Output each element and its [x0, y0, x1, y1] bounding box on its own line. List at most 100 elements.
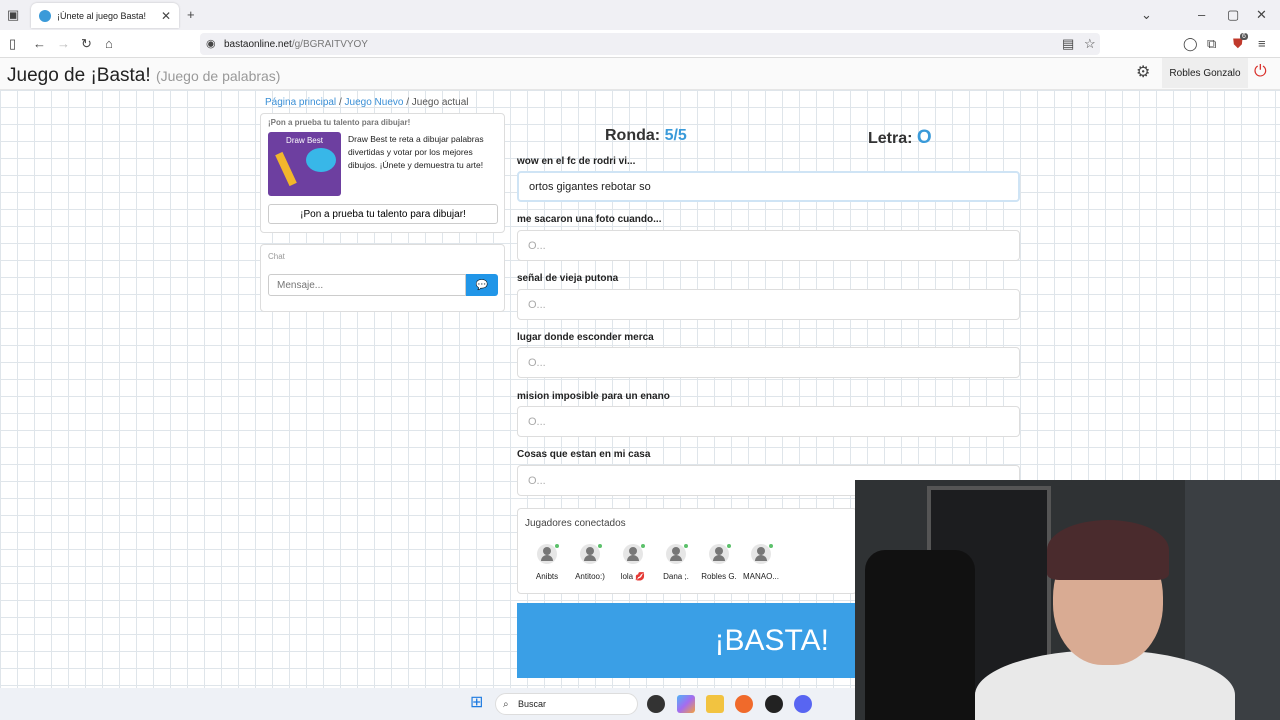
github-icon[interactable] [647, 695, 665, 713]
site-favicon-icon [39, 9, 51, 22]
round-indicator: Ronda: 5/5 [605, 127, 687, 145]
letter-value: O [916, 127, 932, 148]
file-explorer-icon[interactable] [706, 695, 724, 713]
webcam-person-hair [1047, 520, 1169, 580]
online-dot [727, 544, 731, 548]
promo-image-label: Draw Best [286, 136, 323, 145]
home-icon[interactable]: ⌂ [105, 37, 113, 51]
forward-icon[interactable]: → [57, 37, 70, 51]
tab-title: ¡Únete al juego Basta! [57, 10, 147, 21]
app-header: Juego de ¡Basta! (Juego de palabras) ⚙ ⏻ [0, 58, 1280, 90]
category-input-2[interactable] [517, 230, 1020, 261]
start-windows-icon[interactable]: ⊞ [470, 695, 483, 711]
player-item[interactable]: Robles G. [698, 544, 740, 581]
power-logout-icon[interactable]: ⏻ [1254, 64, 1267, 80]
breadcrumb: Página principal / Juego Nuevo / Juego a… [265, 97, 469, 108]
tab-list-icon[interactable]: ▣ [7, 8, 19, 22]
player-item[interactable]: Anibts [526, 544, 568, 581]
new-tab-icon[interactable]: + [187, 8, 195, 22]
extensions-icon[interactable]: ⧉ [1207, 37, 1216, 51]
pencil-icon [275, 151, 297, 187]
category-label: wow en el fc de rodri vi... [517, 156, 636, 167]
draw-best-image[interactable]: Draw Best [268, 132, 341, 196]
chat-card: Chat 💬 [260, 244, 505, 312]
player-avatar-icon [751, 544, 773, 564]
breadcrumb-new-game-link[interactable]: Juego Nuevo [345, 97, 404, 108]
player-avatar-icon [666, 544, 688, 564]
player-name: Antitoo:) [575, 572, 605, 581]
player-name: Anibts [535, 572, 559, 581]
minimize-icon[interactable]: – [1198, 8, 1205, 22]
extension-badge: 6 [1240, 33, 1248, 40]
webcam-gaming-chair [865, 550, 975, 720]
menu-icon[interactable]: ≡ [1258, 37, 1266, 51]
obs-icon[interactable] [765, 695, 783, 713]
reader-view-icon[interactable]: ▤ [1062, 37, 1074, 51]
breadcrumb-home-link[interactable]: Página principal [265, 97, 336, 108]
browser-tab[interactable]: ¡Únete al juego Basta! ✕ [31, 3, 179, 28]
player-item[interactable]: Dana ;. [655, 544, 697, 581]
player-name: Robles G. [701, 572, 737, 581]
chat-label: Chat [268, 252, 285, 261]
breadcrumb-current: Juego actual [411, 97, 469, 108]
page-subtitle: (Juego de palabras) [155, 68, 281, 84]
promo-heading: ¡Pon a prueba tu talento para dibujar! [268, 118, 411, 127]
title-text: Juego de ¡Basta! [7, 65, 151, 86]
search-icon: ⌕ [503, 699, 509, 710]
player-item[interactable]: Antitoo:) [569, 544, 611, 581]
webcam-overlay [855, 480, 1280, 720]
online-dot [641, 544, 645, 548]
promo-button[interactable]: ¡Pon a prueba tu talento para dibujar! [268, 204, 498, 224]
online-dot [684, 544, 688, 548]
tab-overflow-chevron-icon[interactable]: ⌄ [1141, 8, 1152, 22]
letter-label: Letra: [868, 130, 913, 147]
sidebar-icon[interactable]: ▯ [9, 37, 16, 51]
chat-send-button[interactable]: 💬 [466, 274, 498, 296]
bookmark-star-icon[interactable]: ☆ [1084, 37, 1096, 51]
copilot-icon[interactable] [677, 695, 695, 713]
firefox-icon[interactable] [735, 695, 753, 713]
back-icon[interactable]: ← [33, 37, 46, 51]
chat-bubble-icon: 💬 [475, 279, 489, 291]
settings-gear-icon[interactable]: ⚙ [1136, 65, 1150, 81]
site-info-icon[interactable]: ◉ [206, 37, 216, 51]
discord-icon[interactable] [794, 695, 812, 713]
player-item[interactable]: lola 💋 [612, 544, 654, 581]
url-path: /g/BGRAITVYOY [291, 38, 368, 50]
letter-indicator: Letra: O [868, 127, 932, 149]
online-dot [555, 544, 559, 548]
navigation-bar: ▯ ← → ↻ ⌂ ◉ bastaonline.net/g/BGRAITVYOY… [0, 30, 1280, 58]
player-name: MANAO... [742, 572, 779, 581]
category-input-1[interactable] [517, 171, 1020, 202]
window-close-icon[interactable]: ✕ [1256, 8, 1267, 22]
player-avatar-icon [580, 544, 602, 564]
category-input-5[interactable] [517, 406, 1020, 437]
round-value: 5/5 [664, 127, 687, 144]
category-label: lugar donde esconder merca [517, 332, 654, 343]
basta-button[interactable]: ¡BASTA! [517, 603, 857, 678]
close-tab-icon[interactable]: ✕ [161, 9, 171, 23]
reload-icon[interactable]: ↻ [81, 37, 92, 51]
round-label: Ronda: [605, 127, 661, 144]
players-title: Jugadores conectados [525, 518, 626, 529]
player-name: lola 💋 [620, 572, 646, 581]
maximize-icon[interactable]: ▢ [1227, 8, 1239, 22]
connected-players-panel: Jugadores conectados Anibts Antitoo:) lo… [517, 508, 857, 594]
browser-tabstrip: ▣ ¡Únete al juego Basta! ✕ + ⌄ – ▢ ✕ [0, 0, 1280, 30]
category-label: señal de vieja putona [517, 273, 619, 284]
player-avatar-icon [709, 544, 731, 564]
player-item[interactable]: MANAO... [738, 544, 784, 581]
address-bar[interactable]: ◉ bastaonline.net/g/BGRAITVYOY ▤ ☆ [200, 33, 1100, 55]
taskbar-search-placeholder: Buscar [518, 699, 547, 709]
user-name[interactable]: Robles Gonzalo [1162, 58, 1248, 88]
online-dot [769, 544, 773, 548]
category-input-4[interactable] [517, 347, 1020, 378]
player-avatar-icon [537, 544, 559, 564]
category-input-3[interactable] [517, 289, 1020, 320]
speech-burst-icon [306, 148, 336, 172]
chat-message-input[interactable] [268, 274, 466, 296]
url-host: bastaonline.net [224, 38, 292, 50]
account-icon[interactable]: ◯ [1183, 37, 1198, 51]
taskbar-search[interactable]: ⌕ Buscar [495, 693, 638, 715]
promo-text: Draw Best te reta a dibujar palabras div… [348, 134, 484, 170]
